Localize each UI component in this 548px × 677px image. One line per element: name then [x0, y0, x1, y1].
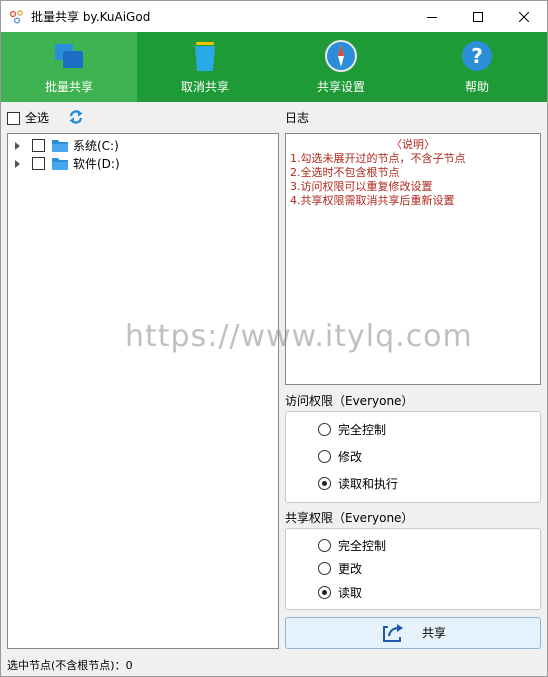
drive-tree[interactable]: 系统(C:) 软件(D:)	[7, 133, 279, 649]
access-radio-modify[interactable]	[318, 450, 331, 463]
log-line: 3.访问权限可以重复修改设置	[290, 180, 433, 193]
tool-help-label: 帮助	[464, 80, 489, 94]
trash-icon	[195, 42, 215, 71]
svg-text:?: ?	[471, 44, 483, 68]
share-radio-change[interactable]	[318, 562, 331, 575]
access-perm-group: 完全控制 修改 读取和执行	[285, 411, 541, 503]
tool-batch-share[interactable]: 批量共享	[1, 32, 137, 102]
log-line: 4.共享权限需取消共享后重新设置	[290, 194, 455, 207]
folder-icon	[52, 158, 68, 170]
log-heading: 〈说明〉	[391, 138, 435, 151]
refresh-icon[interactable]	[68, 109, 84, 125]
access-option-label[interactable]: 完全控制	[338, 423, 386, 437]
log-line: 1.勾选未展开过的节点，不含子节点	[290, 152, 466, 165]
tree-node-label[interactable]: 软件(D:)	[73, 157, 120, 171]
expand-arrow-icon[interactable]	[14, 141, 22, 151]
window-title: 批量共享 by.KuAiGod	[31, 10, 151, 24]
title-bar: 批量共享 by.KuAiGod	[1, 1, 547, 32]
tree-node[interactable]: 系统(C:)	[12, 137, 262, 155]
share-option-label[interactable]: 完全控制	[338, 539, 386, 553]
radio-selected-dot	[322, 590, 327, 595]
tool-cancel-share-label: 取消共享	[180, 80, 229, 94]
radio-selected-dot	[322, 481, 327, 486]
maximize-icon	[473, 11, 483, 22]
tree-node-label[interactable]: 系统(C:)	[73, 139, 119, 153]
tree-node[interactable]: 软件(D:)	[12, 155, 262, 173]
tree-node-checkbox[interactable]	[32, 139, 45, 152]
tool-cancel-share[interactable]: 取消共享	[137, 32, 273, 102]
share-button-label: 共享	[422, 626, 447, 640]
share-option-label[interactable]: 更改	[338, 562, 362, 576]
log-line: 2.全选时不包含根节点	[290, 166, 400, 179]
access-perm-label: 访问权限（Everyone）	[285, 394, 414, 408]
share-radio-full-control[interactable]	[318, 539, 331, 552]
app-logo-icon	[9, 10, 23, 24]
access-option-label[interactable]: 读取和执行	[338, 477, 398, 491]
select-all-checkbox[interactable]	[7, 112, 20, 125]
share-icon	[383, 624, 403, 642]
help-icon: ?	[462, 41, 492, 71]
tool-share-settings-label: 共享设置	[316, 80, 365, 94]
access-radio-full-control[interactable]	[318, 423, 331, 436]
access-radio-read-execute[interactable]	[318, 477, 331, 490]
access-option-label[interactable]: 修改	[338, 450, 362, 464]
status-text: 选中节点(不含根节点)：0	[7, 659, 133, 672]
minimize-button[interactable]	[409, 1, 455, 32]
expand-arrow-icon[interactable]	[14, 159, 22, 169]
share-perm-group: 完全控制 更改 读取	[285, 528, 541, 610]
share-option-label[interactable]: 读取	[338, 586, 362, 600]
close-button[interactable]	[501, 1, 547, 32]
compass-icon	[325, 40, 357, 72]
main-toolbar: 批量共享 取消共享 共享设置 ? 帮助	[1, 32, 547, 102]
maximize-button[interactable]	[455, 1, 501, 32]
tool-batch-share-label: 批量共享	[44, 80, 93, 94]
tool-help[interactable]: ? 帮助	[409, 32, 545, 102]
windows-icon	[55, 44, 83, 68]
close-icon	[519, 11, 529, 22]
share-button[interactable]: 共享	[285, 617, 541, 649]
tree-node-checkbox[interactable]	[32, 157, 45, 170]
app-window: 批量共享 by.KuAiGod 批量共享 取消共享 共享设置 ? 帮助 全选 日…	[0, 0, 548, 677]
share-radio-read[interactable]	[318, 586, 331, 599]
log-label: 日志	[285, 111, 310, 125]
minimize-icon	[427, 16, 437, 18]
watermark: https://www.itylq.com	[125, 319, 473, 354]
tool-share-settings[interactable]: 共享设置	[273, 32, 409, 102]
folder-icon	[52, 140, 68, 152]
select-all-label[interactable]: 全选	[25, 111, 49, 125]
share-perm-label: 共享权限（Everyone）	[285, 511, 414, 525]
